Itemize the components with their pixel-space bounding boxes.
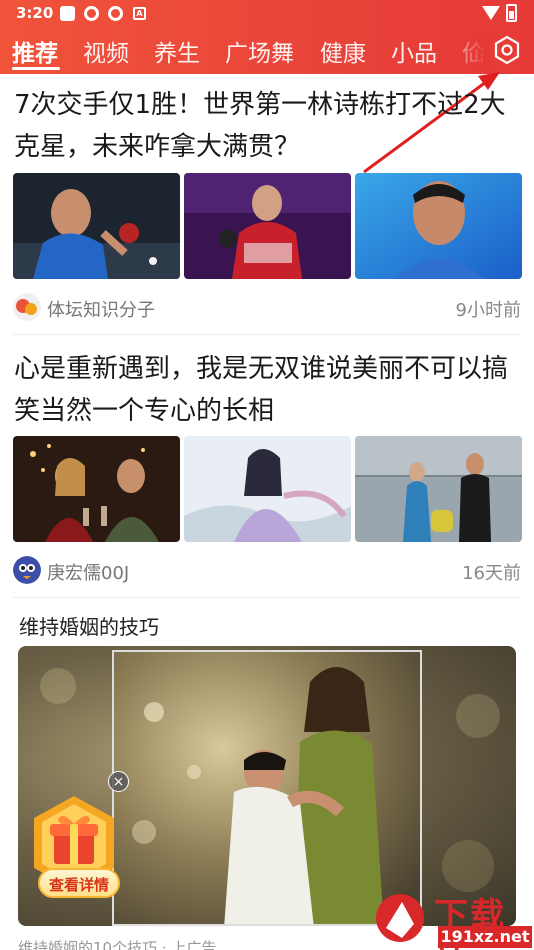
video-caption: 维持婚姻的10个技巧 · 上广告 [18, 939, 217, 950]
tab-sketch[interactable]: 小品 [391, 34, 437, 68]
settings-icon [494, 35, 520, 65]
thumbnail-image[interactable] [184, 436, 351, 542]
battery-icon [506, 4, 517, 22]
status-time: 3:20 [16, 4, 54, 22]
article-title[interactable]: 心是重新遇到，我是无双谁说美丽不可以搞笑当然一个专心的长相 [14, 348, 519, 432]
top-header: 3:20 A 推荐 视频 养生 广场舞 健康 小品 佡 [0, 0, 534, 74]
thumbnail-row [13, 173, 522, 279]
notification-icon [60, 6, 75, 21]
tabs-fade [440, 30, 492, 70]
author-avatar[interactable] [13, 293, 41, 321]
divider [13, 334, 521, 335]
thumbnail-image[interactable] [355, 173, 522, 279]
thumbnail-image[interactable] [184, 173, 351, 279]
tab-health-care[interactable]: 养生 [154, 34, 200, 68]
author-name[interactable]: 体坛知识分子 [47, 296, 155, 322]
thumbnail-row [13, 436, 522, 542]
author-avatar[interactable] [13, 556, 41, 584]
article-title[interactable]: 7次交手仅1胜！世界第一林诗栋打不过2大克星，未来咋拿大满贯？ [14, 84, 519, 168]
publish-time: 9小时前 [455, 300, 521, 321]
video-thumbnail [112, 650, 422, 926]
category-tabs: 推荐 视频 养生 广场舞 健康 小品 佡 [0, 30, 490, 70]
app-notification-icon-2 [108, 6, 123, 21]
video-title[interactable]: 维持婚姻的技巧 [19, 611, 159, 640]
thumbnail-image[interactable] [13, 436, 180, 542]
article-meta: 体坛知识分子 9小时前 [13, 293, 521, 321]
author-name[interactable]: 庚宏儒00J [47, 559, 129, 585]
article-meta: 庚宏儒00J 16天前 [13, 556, 521, 584]
thumbnail-image[interactable] [355, 436, 522, 542]
tab-health[interactable]: 健康 [320, 34, 366, 68]
watermark-logo-icon [376, 894, 424, 942]
tab-recommend[interactable]: 推荐 [12, 34, 58, 68]
tab-settings-button[interactable] [492, 35, 522, 65]
publish-time: 16天前 [462, 563, 521, 584]
tab-video[interactable]: 视频 [83, 34, 129, 68]
app-notification-icon [84, 6, 99, 21]
active-tab-indicator [12, 67, 60, 70]
close-gift-button[interactable]: × [108, 771, 129, 792]
site-watermark: 下载站 191xz.net [372, 888, 534, 950]
view-details-button[interactable]: 查看详情 [38, 868, 120, 898]
thumbnail-image[interactable] [13, 173, 180, 279]
divider [13, 597, 521, 598]
tab-square-dance[interactable]: 广场舞 [225, 34, 294, 68]
a-notification-icon: A [133, 7, 146, 20]
watermark-url: 191xz.net [438, 926, 532, 948]
wifi-icon [482, 6, 500, 20]
status-bar: 3:20 A [0, 0, 534, 28]
